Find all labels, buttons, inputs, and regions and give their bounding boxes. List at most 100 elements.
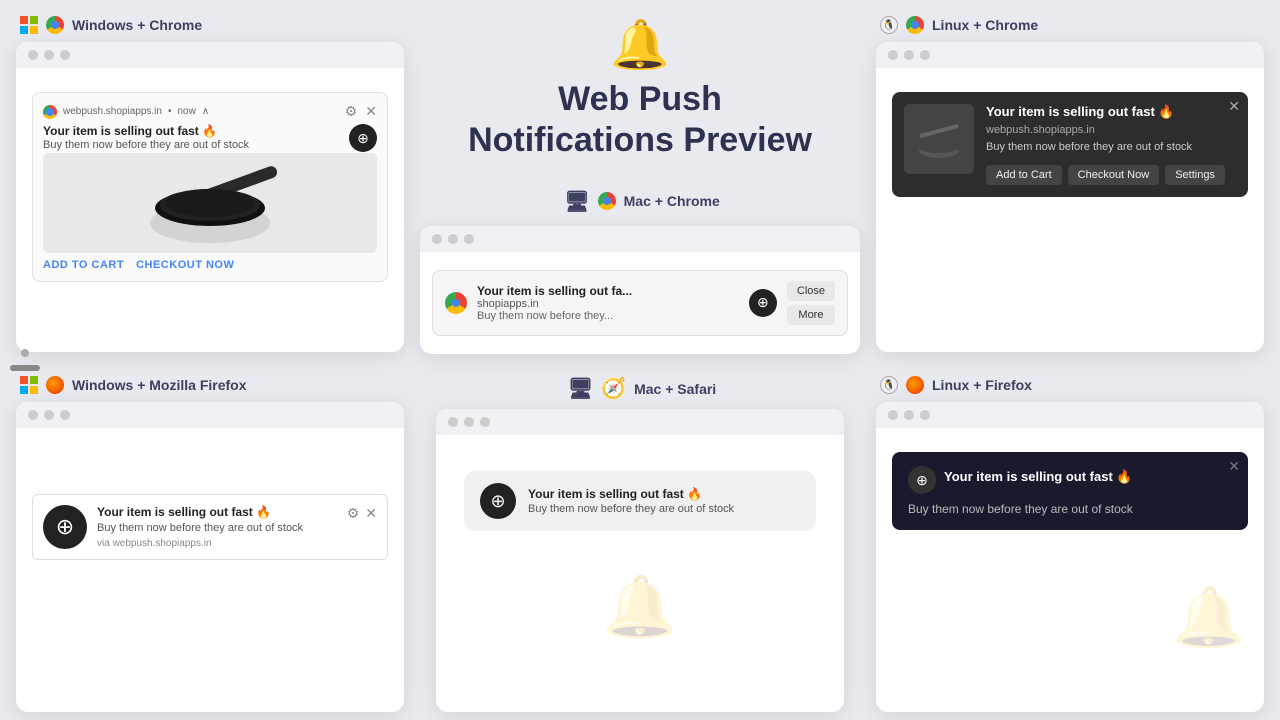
linux-firefox-title: Your item is selling out fast 🔥	[944, 469, 1133, 485]
notif-title-text: Your item is selling out fast 🔥	[43, 124, 217, 138]
dark-notif-close[interactable]: ✕	[1228, 98, 1240, 115]
win-chrome-notification: webpush.shopiapps.in • now ∧ ⚙ ✕	[32, 92, 388, 282]
notif-body: Buy them now before they are out of stoc…	[43, 138, 341, 153]
add-to-cart-btn[interactable]: ADD TO CART	[43, 259, 124, 271]
notif-dot: •	[168, 106, 172, 117]
win-firefox-source: via webpush.shopiapps.in	[97, 538, 347, 549]
mac-notif-body: Buy them now before they...	[477, 310, 739, 322]
mac-notif-actions: Close More	[787, 281, 835, 325]
win-firefox-content: ⊕ Your item is selling out fast 🔥 Buy th…	[16, 428, 404, 584]
linux-icon: 🐧	[880, 16, 898, 34]
notif-actions: ADD TO CART CHECKOUT NOW	[43, 259, 377, 271]
mac-safari-label: 🖥 🧭 Mac + Safari	[436, 376, 844, 401]
notif-chrome-icon	[43, 105, 57, 119]
mac-safari-text: Mac + Safari	[634, 381, 716, 397]
mac-chrome-titlebar	[420, 226, 860, 252]
mac-safari-browser: ⊕ Your item is selling out fast 🔥 Buy th…	[436, 409, 844, 712]
notif-source: webpush.shopiapps.in • now ∧	[43, 105, 209, 119]
dot2	[44, 50, 54, 60]
dot2	[44, 410, 54, 420]
linux-chrome-titlebar	[876, 42, 1264, 68]
dot1	[448, 417, 458, 427]
product-image	[43, 153, 377, 253]
dot3	[464, 234, 474, 244]
win-firefox-title: Your item is selling out fast 🔥	[97, 505, 347, 519]
checkout-now-btn[interactable]: CHECKOUT NOW	[136, 259, 234, 271]
dot3	[920, 410, 930, 420]
dark-add-cart-btn[interactable]: Add to Cart	[986, 165, 1062, 185]
win-firefox-titlebar	[16, 402, 404, 428]
mac-chrome-browser: Your item is selling out fa... shopiapps…	[420, 226, 860, 354]
mac-chrome-content: Your item is selling out fa... shopiapps…	[420, 252, 860, 354]
firefox-icon	[46, 376, 64, 394]
dot1	[432, 234, 442, 244]
mac-finder-icon: 🖥	[564, 189, 589, 214]
linux-firefox-icon	[906, 376, 924, 394]
dot3	[60, 50, 70, 60]
hero-section: 🔔 Web Push Notifications Preview 🖥 Mac +…	[420, 0, 860, 360]
notif-time: now	[177, 106, 195, 117]
mac-safari-content: ⊕ Your item is selling out fast 🔥 Buy th…	[436, 435, 844, 658]
mac-safari-notification: ⊕ Your item is selling out fast 🔥 Buy th…	[464, 471, 816, 531]
chrome-icon	[46, 16, 64, 34]
dot2	[464, 417, 474, 427]
dark-notif-source: webpush.shopiapps.in	[986, 124, 1236, 136]
mac-safari-finder-icon: 🖥	[568, 376, 593, 401]
hero-title-line1: Web Push	[558, 80, 722, 118]
notif-header: webpush.shopiapps.in • now ∧ ⚙ ✕	[43, 103, 377, 120]
safari-icon: 🧭	[601, 376, 626, 401]
win-firefox-close[interactable]: ✕	[365, 505, 377, 522]
browser-content: webpush.shopiapps.in • now ∧ ⚙ ✕	[16, 68, 404, 306]
dot3	[920, 50, 930, 60]
mac-chrome-notification: Your item is selling out fa... shopiapps…	[432, 270, 848, 336]
notif-gear[interactable]: ⚙	[345, 103, 358, 120]
mac-brand-icon: ⊕	[749, 289, 777, 317]
scroll-dot-1	[21, 349, 29, 357]
notif-title: Your item is selling out fast 🔥	[43, 124, 341, 138]
dot2	[904, 410, 914, 420]
win-firefox-brand-icon: ⊕	[43, 505, 87, 549]
windows-firefox-section: Windows + Mozilla Firefox ⊕ Your item is…	[0, 360, 420, 720]
mac-close-btn[interactable]: Close	[787, 281, 835, 301]
mac-safari-titlebar	[436, 409, 844, 435]
win-firefox-via: webpush.shopiapps.in	[113, 538, 212, 549]
win-firefox-body: Buy them now before they are out of stoc…	[97, 522, 347, 534]
linux-firefox-body: Buy them now before they are out of stoc…	[908, 502, 1232, 516]
dark-notif-text: Your item is selling out fast 🔥 webpush.…	[986, 104, 1236, 185]
dot3	[480, 417, 490, 427]
mac-chrome-icon	[598, 192, 616, 210]
windows-firefox-text: Windows + Mozilla Firefox	[72, 377, 247, 393]
linux-chrome-content: ✕ Your item is selling out fast 🔥 webpus…	[876, 68, 1264, 221]
win-firefox-title-text: Your item is selling out fast 🔥	[97, 505, 271, 519]
dark-settings-btn[interactable]: Settings	[1165, 165, 1225, 185]
linux-firefox-label: 🐧 Linux + Firefox	[876, 376, 1264, 394]
dot1	[888, 50, 898, 60]
linux-chrome-icon	[906, 16, 924, 34]
linux-firefox-linux-icon: 🐧	[880, 376, 898, 394]
linux-firefox-close[interactable]: ✕	[1228, 458, 1240, 475]
dark-checkout-btn[interactable]: Checkout Now	[1068, 165, 1160, 185]
win-firefox-gear[interactable]: ⚙	[347, 505, 360, 522]
windows-chrome-browser: webpush.shopiapps.in • now ∧ ⚙ ✕	[16, 42, 404, 352]
safari-brand-icon: ⊕	[480, 483, 516, 519]
windows-firefox-label: Windows + Mozilla Firefox	[16, 376, 404, 394]
bell-icon: 🔔	[610, 16, 670, 73]
linux-chrome-browser: ✕ Your item is selling out fast 🔥 webpus…	[876, 42, 1264, 352]
scroll-indicators	[10, 349, 40, 371]
linux-chrome-notification: ✕ Your item is selling out fast 🔥 webpus…	[892, 92, 1248, 197]
windows-firefox-browser: ⊕ Your item is selling out fast 🔥 Buy th…	[16, 402, 404, 712]
notif-x[interactable]: ✕	[365, 103, 377, 120]
dot1	[28, 50, 38, 60]
linux-firefox-browser: ✕ ⊕ Your item is selling out fast 🔥 Buy …	[876, 402, 1264, 712]
mac-safari-section: 🖥 🧭 Mac + Safari ⊕ Your item is selling …	[420, 360, 860, 720]
safari-title: Your item is selling out fast 🔥	[528, 487, 734, 501]
windows-chrome-text: Windows + Chrome	[72, 17, 202, 33]
safari-body: Buy them now before they are out of stoc…	[528, 503, 734, 515]
linux-firefox-section: 🐧 Linux + Firefox ✕ ⊕ Your item is selli…	[860, 360, 1280, 720]
linux-firefox-content: ✕ ⊕ Your item is selling out fast 🔥 Buy …	[876, 428, 1264, 554]
mac-more-btn[interactable]: More	[787, 305, 835, 325]
linux-chrome-text: Linux + Chrome	[932, 17, 1038, 33]
dot1	[888, 410, 898, 420]
windows-icon	[20, 16, 38, 34]
linux-firefox-notification: ✕ ⊕ Your item is selling out fast 🔥 Buy …	[892, 452, 1248, 530]
